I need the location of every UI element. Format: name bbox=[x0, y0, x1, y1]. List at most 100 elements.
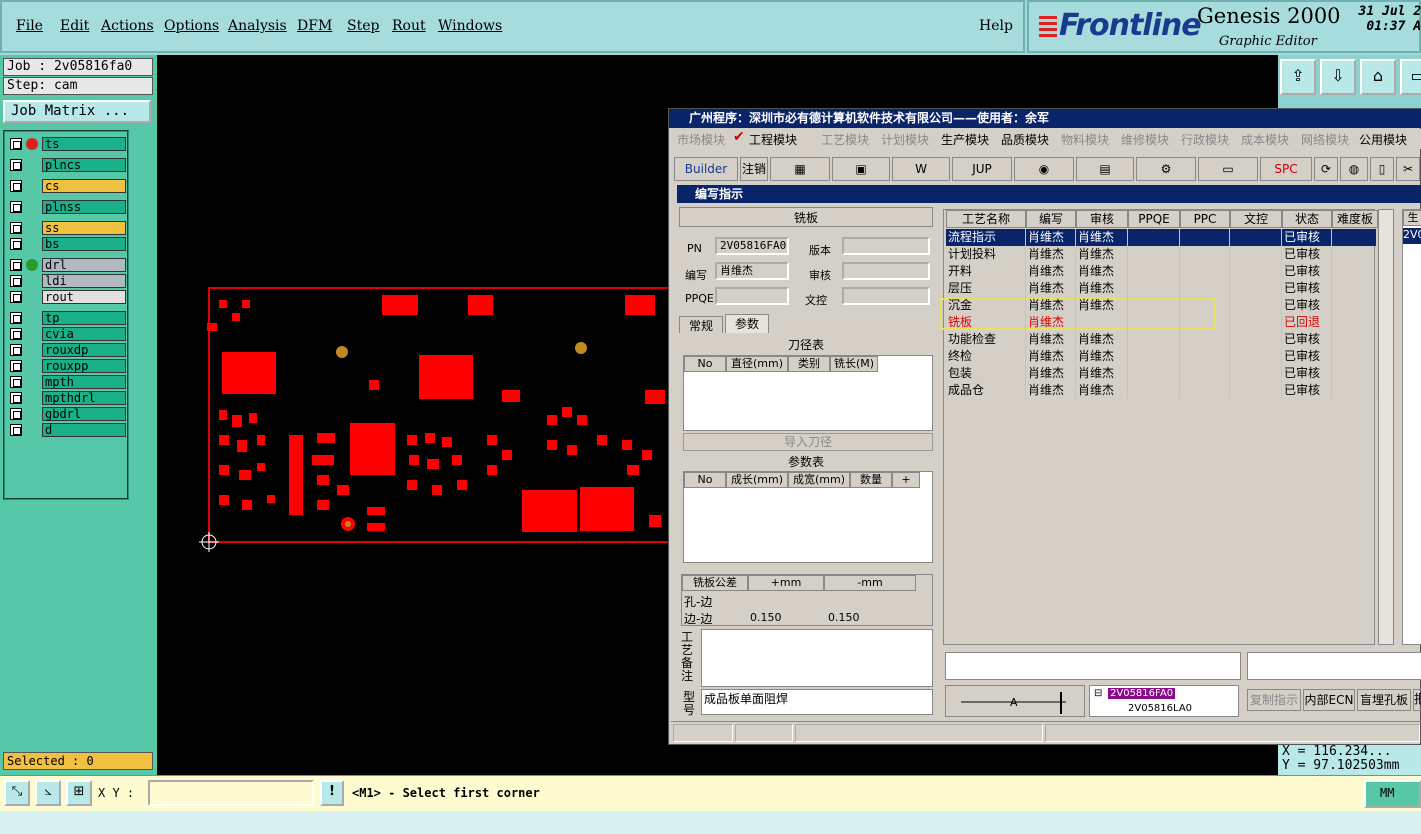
toolbar-icon[interactable]: ▤ bbox=[1076, 157, 1134, 181]
upload-icon[interactable]: ⇪ bbox=[1280, 59, 1316, 95]
blind-buried-button[interactable]: 盲埋孔板 bbox=[1357, 689, 1411, 711]
toolbar-icon[interactable]: ◉ bbox=[1014, 157, 1074, 181]
pn-field[interactable]: 2V05816FA0 bbox=[715, 237, 789, 255]
process-row[interactable]: 功能检查 肖维杰 肖维杰 已审核 bbox=[946, 331, 1378, 348]
toolbar-icon[interactable]: ⚙ bbox=[1136, 157, 1196, 181]
layer-checkbox[interactable] bbox=[10, 138, 22, 150]
toolbar-icon[interactable]: ▯ bbox=[1370, 157, 1394, 181]
layer-name[interactable]: rouxdp bbox=[42, 343, 126, 357]
layer-row[interactable]: ldi bbox=[10, 274, 126, 288]
layer-checkbox[interactable] bbox=[10, 344, 22, 356]
menu-dfm[interactable]: DFM bbox=[297, 18, 332, 34]
xy-input[interactable] bbox=[148, 780, 314, 806]
layer-checkbox[interactable] bbox=[10, 201, 22, 213]
remark-field[interactable] bbox=[701, 629, 933, 687]
home-icon[interactable]: ⌂ bbox=[1360, 59, 1396, 95]
param-table[interactable]: No 成长(mm) 成宽(mm) 数量 + bbox=[683, 471, 933, 563]
tol-minus-value[interactable]: 0.150 bbox=[828, 611, 860, 624]
module-tab[interactable]: 成本模块 bbox=[1241, 131, 1289, 148]
module-tab[interactable]: 计划模块 bbox=[881, 131, 929, 148]
grid-snap-icon[interactable]: ⊞ bbox=[66, 780, 92, 806]
layer-checkbox[interactable] bbox=[10, 376, 22, 388]
menu-rout[interactable]: Rout bbox=[392, 18, 426, 34]
module-tab[interactable]: 维修模块 bbox=[1121, 131, 1169, 148]
layer-name[interactable]: bs bbox=[42, 237, 126, 251]
process-row[interactable]: 计划投料 肖维杰 肖维杰 已审核 bbox=[946, 246, 1378, 263]
download-icon[interactable]: ⇩ bbox=[1320, 59, 1356, 95]
toolbar-icon[interactable]: ▦ bbox=[770, 157, 830, 181]
menu-edit[interactable]: Edit bbox=[60, 18, 89, 34]
layer-checkbox[interactable] bbox=[10, 328, 22, 340]
process-col-header[interactable]: 状态 bbox=[1282, 210, 1332, 228]
copy-instruction-button[interactable]: 复制指示 bbox=[1247, 689, 1301, 711]
toolbar-icon[interactable]: ◍ bbox=[1340, 157, 1368, 181]
alert-icon[interactable]: ! bbox=[320, 780, 344, 806]
layer-name[interactable]: rout bbox=[42, 290, 126, 304]
layer-name[interactable]: ts bbox=[42, 137, 126, 151]
module-tab[interactable]: 工程模块 bbox=[749, 131, 797, 148]
layer-row[interactable]: rouxpp bbox=[10, 359, 126, 373]
version-field[interactable] bbox=[842, 237, 930, 255]
process-row[interactable]: 成品仓 肖维杰 肖维杰 已审核 bbox=[946, 382, 1378, 399]
process-scrollbar[interactable] bbox=[1378, 209, 1394, 645]
ppqe-field[interactable] bbox=[715, 287, 789, 305]
combo-box-1[interactable] bbox=[945, 652, 1241, 680]
process-col-header[interactable]: 编写 bbox=[1026, 210, 1076, 228]
layer-name[interactable]: rouxpp bbox=[42, 359, 126, 373]
layer-row[interactable]: plnss bbox=[10, 200, 126, 214]
job-matrix-button[interactable]: Job Matrix ... bbox=[3, 100, 151, 123]
toolbar-button[interactable]: W bbox=[892, 157, 950, 181]
layer-name[interactable]: cs bbox=[42, 179, 126, 193]
layer-row[interactable]: d bbox=[10, 423, 126, 437]
process-col-header[interactable]: 工艺名称 bbox=[946, 210, 1026, 228]
layer-checkbox[interactable] bbox=[10, 259, 22, 271]
process-col-header[interactable]: PPC bbox=[1180, 210, 1230, 228]
menu-analysis[interactable]: Analysis bbox=[228, 18, 287, 34]
tab-general[interactable]: 常规 bbox=[679, 316, 723, 333]
layer-checkbox[interactable] bbox=[10, 392, 22, 404]
writer-field[interactable]: 肖维杰 bbox=[715, 262, 789, 280]
process-row[interactable]: 沉金 肖维杰 肖维杰 已审核 bbox=[946, 297, 1378, 314]
toolbar-button[interactable]: JUP bbox=[952, 157, 1012, 181]
layer-name[interactable]: gbdrl bbox=[42, 407, 126, 421]
layer-row[interactable]: mpth bbox=[10, 375, 126, 389]
toolbar-button[interactable]: SPC bbox=[1260, 157, 1312, 181]
review-field[interactable] bbox=[842, 262, 930, 280]
layer-name[interactable]: tp bbox=[42, 311, 126, 325]
layer-checkbox[interactable] bbox=[10, 291, 22, 303]
menu-file[interactable]: File bbox=[16, 18, 43, 34]
toolbar-button[interactable]: 注销 bbox=[740, 157, 768, 181]
module-tab[interactable]: 生产模块 bbox=[941, 131, 989, 148]
menu-actions[interactable]: Actions bbox=[101, 18, 154, 34]
menu-help[interactable]: Help bbox=[979, 18, 1013, 34]
menu-windows[interactable]: Windows bbox=[438, 18, 502, 34]
tree-root[interactable]: 2V05816FA0 bbox=[1108, 688, 1176, 699]
layer-row[interactable]: plncs bbox=[10, 158, 126, 172]
doc-field[interactable] bbox=[842, 287, 930, 305]
layer-checkbox[interactable] bbox=[10, 222, 22, 234]
module-tab[interactable]: 物料模块 bbox=[1061, 131, 1109, 148]
report-button[interactable]: 报 bbox=[1413, 689, 1421, 711]
layer-checkbox[interactable] bbox=[10, 238, 22, 250]
process-row[interactable]: 层压 肖维杰 肖维杰 已审核 bbox=[946, 280, 1378, 297]
layer-name[interactable]: drl bbox=[42, 258, 126, 272]
tolerance-table[interactable]: 铣板公差 +mm -mm 孔-边 边-边 0.150 0.150 bbox=[681, 574, 933, 626]
measure-icon[interactable]: ⦣ bbox=[35, 780, 61, 806]
toolbar-icon[interactable]: ⟳ bbox=[1314, 157, 1338, 181]
layer-name[interactable]: mpthdrl bbox=[42, 391, 126, 405]
layer-checkbox[interactable] bbox=[10, 180, 22, 192]
process-row[interactable]: 包装 肖维杰 肖维杰 已审核 bbox=[946, 365, 1378, 382]
layer-name[interactable]: ss bbox=[42, 221, 126, 235]
layer-name[interactable]: d bbox=[42, 423, 126, 437]
layer-name[interactable]: plnss bbox=[42, 200, 126, 214]
layer-checkbox[interactable] bbox=[10, 312, 22, 324]
layer-row[interactable]: drl bbox=[10, 258, 126, 272]
tab-params[interactable]: 参数 bbox=[725, 314, 769, 333]
layer-row[interactable]: gbdrl bbox=[10, 407, 126, 421]
layer-name[interactable]: mpth bbox=[42, 375, 126, 389]
layer-row[interactable]: rouxdp bbox=[10, 343, 126, 357]
model-field[interactable]: 成品板单面阻焊 bbox=[701, 689, 933, 715]
module-tab[interactable]: 市场模块 bbox=[677, 131, 725, 148]
layer-row[interactable]: cvia bbox=[10, 327, 126, 341]
tool-table[interactable]: No 直径(mm) 类别 铣长(M) bbox=[683, 355, 933, 431]
